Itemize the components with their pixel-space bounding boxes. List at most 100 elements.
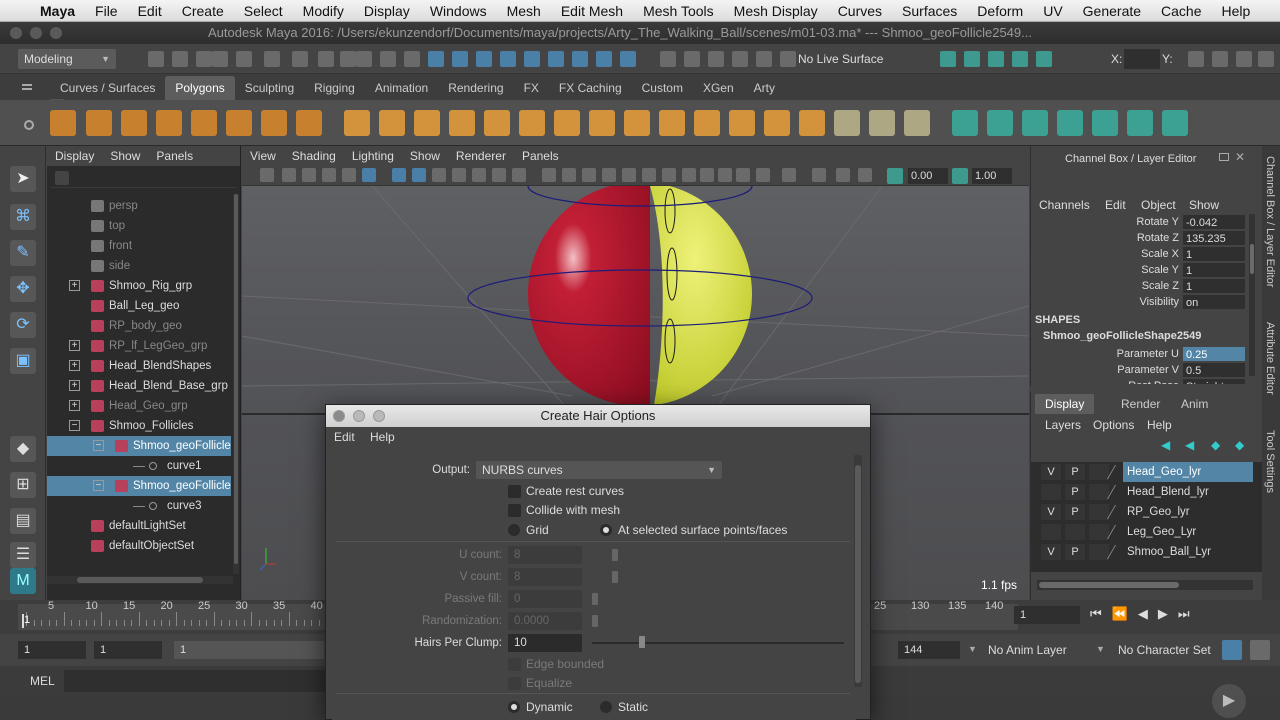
shelf-tool-icon[interactable] — [86, 110, 112, 136]
layer-type-toggle[interactable] — [1089, 464, 1109, 480]
move-layer-up-icon[interactable]: ◀ — [1161, 438, 1170, 452]
status-tool-icon[interactable] — [524, 51, 540, 67]
scale-tool-icon[interactable]: ▣ — [10, 348, 36, 374]
viewport-tool-icon[interactable] — [362, 168, 376, 182]
outliner-item[interactable]: persp — [47, 196, 231, 216]
shelf-tool-icon[interactable] — [729, 110, 755, 136]
layer-row[interactable]: V P Shmoo_Ball_Lyr — [1037, 542, 1253, 562]
channel-attr-value[interactable]: -0.042 — [1183, 215, 1245, 229]
shelf-settings-icon[interactable] — [24, 120, 34, 130]
status-tool-icon[interactable] — [340, 51, 356, 67]
outliner-item[interactable]: side — [47, 256, 231, 276]
shape-attr-value[interactable]: Straight — [1183, 379, 1245, 384]
channel-attr-row[interactable]: Scale Z 1 — [1031, 278, 1263, 294]
viewport-tool-icon[interactable] — [260, 168, 274, 182]
status-tool-icon[interactable] — [404, 51, 420, 67]
viewport-tool-icon[interactable] — [302, 168, 316, 182]
hairs-per-clump-track[interactable] — [592, 642, 844, 644]
outliner-menu-panels[interactable]: Panels — [148, 149, 201, 163]
dialog-minimize-icon[interactable] — [353, 410, 365, 422]
viewport-tool-icon[interactable] — [756, 168, 770, 182]
status-tool-icon[interactable] — [452, 51, 468, 67]
collapse-icon[interactable]: − — [93, 480, 104, 491]
layer-type-toggle[interactable] — [1089, 544, 1109, 560]
outliner-item[interactable]: Ball_Leg_geo — [47, 296, 231, 316]
layout-icon[interactable] — [1188, 51, 1204, 67]
mac-menu-surfaces[interactable]: Surfaces — [892, 3, 967, 19]
channel-menu-channels[interactable]: Channels — [1039, 198, 1090, 212]
viewport-tool-icon[interactable] — [392, 168, 406, 182]
outliner-item[interactable]: RP_body_geo — [47, 316, 231, 336]
channel-attr-value[interactable]: 1 — [1183, 279, 1245, 293]
exposure-field[interactable]: 0.00 — [908, 168, 948, 184]
viewport-tool-icon[interactable] — [432, 168, 446, 182]
status-tool-icon[interactable] — [196, 51, 212, 67]
shelf-tool-icon[interactable] — [694, 110, 720, 136]
mac-menu-edit-mesh[interactable]: Edit Mesh — [551, 3, 633, 19]
maya-logo-icon[interactable]: M — [10, 568, 36, 594]
shelf-tool-icon[interactable] — [624, 110, 650, 136]
passive-fill-slider[interactable] — [592, 593, 598, 605]
passive-fill-field[interactable]: 0 — [508, 590, 582, 608]
mel-label[interactable]: MEL — [30, 674, 55, 688]
channel-box-scrollbar[interactable] — [1249, 214, 1255, 376]
shelf-tool-icon[interactable] — [589, 110, 615, 136]
viewport-tool-icon[interactable] — [602, 168, 616, 182]
mac-menu-uv[interactable]: UV — [1033, 3, 1072, 19]
anim-layer-dropdown[interactable]: No Anim Layer — [988, 643, 1067, 657]
expand-icon[interactable]: + — [69, 280, 80, 291]
shelf-tab-sculpting[interactable]: Sculpting — [235, 76, 304, 100]
status-tool-icon[interactable] — [596, 51, 612, 67]
gamma-toggle-icon[interactable] — [952, 168, 968, 184]
status-tool-icon[interactable] — [212, 51, 228, 67]
u-count-field[interactable]: 8 — [508, 546, 582, 564]
channel-attr-row[interactable]: Visibility on — [1031, 294, 1263, 310]
channel-menu-show[interactable]: Show — [1189, 198, 1219, 212]
status-tool-icon[interactable] — [380, 51, 396, 67]
layer-tab-render[interactable]: Render — [1111, 394, 1170, 414]
shape-attr-row[interactable]: Rest Pose Straight — [1031, 378, 1263, 384]
status-tool-icon[interactable] — [620, 51, 636, 67]
shape-attr-row[interactable]: Parameter U 0.25 — [1031, 346, 1263, 362]
collide-checkbox[interactable] — [508, 504, 521, 517]
mac-menu-deform[interactable]: Deform — [967, 3, 1033, 19]
outliner-item[interactable]: − Shmoo_geoFollicle — [47, 436, 231, 456]
dialog-close-icon[interactable] — [333, 410, 345, 422]
shelf-tab-curves-surfaces[interactable]: Curves / Surfaces — [50, 76, 165, 100]
anim-start-field[interactable]: 1 — [18, 641, 86, 659]
mac-menu-windows[interactable]: Windows — [420, 3, 497, 19]
shelf-tool-icon[interactable] — [1022, 110, 1048, 136]
viewport-tool-icon[interactable] — [662, 168, 676, 182]
status-tool-icon[interactable] — [756, 51, 772, 67]
mac-menu-file[interactable]: File — [85, 3, 128, 19]
grid-radio[interactable] — [508, 524, 520, 536]
status-tool-icon[interactable] — [1012, 51, 1028, 67]
status-tool-icon[interactable] — [548, 51, 564, 67]
mel-input[interactable] — [64, 670, 328, 692]
layer-row[interactable]: Leg_Geo_Lyr — [1037, 522, 1253, 542]
layer-playback-toggle[interactable]: P — [1065, 464, 1085, 480]
outliner-item[interactable]: curve1 — [47, 456, 231, 476]
expand-icon[interactable]: + — [69, 380, 80, 391]
play-forward-icon[interactable]: ▶ — [1158, 606, 1178, 621]
panel-icon[interactable] — [1236, 51, 1252, 67]
outliner-item[interactable]: − Shmoo_Follicles — [47, 416, 231, 436]
viewport-tool-icon[interactable] — [472, 168, 486, 182]
layer-visibility-toggle[interactable]: V — [1041, 464, 1061, 480]
edge-bounded-checkbox[interactable] — [508, 658, 521, 671]
auto-key-icon[interactable] — [1222, 640, 1242, 660]
shelf-tool-icon[interactable] — [1057, 110, 1083, 136]
status-tool-icon[interactable] — [732, 51, 748, 67]
status-tool-icon[interactable] — [172, 51, 188, 67]
status-tool-icon[interactable] — [780, 51, 796, 67]
viewport-tool-icon[interactable] — [812, 168, 826, 182]
layer-type-toggle[interactable] — [1089, 484, 1109, 500]
paint-select-icon[interactable]: ✎ — [10, 240, 36, 266]
static-radio[interactable] — [600, 701, 612, 713]
shelf-tool-icon[interactable] — [344, 110, 370, 136]
outliner-menu-show[interactable]: Show — [102, 149, 148, 163]
shelf-tool-icon[interactable] — [519, 110, 545, 136]
gamma-field[interactable]: 1.00 — [972, 168, 1012, 184]
shelf-tool-icon[interactable] — [156, 110, 182, 136]
step-back-key-icon[interactable]: ⏪ — [1112, 606, 1138, 621]
